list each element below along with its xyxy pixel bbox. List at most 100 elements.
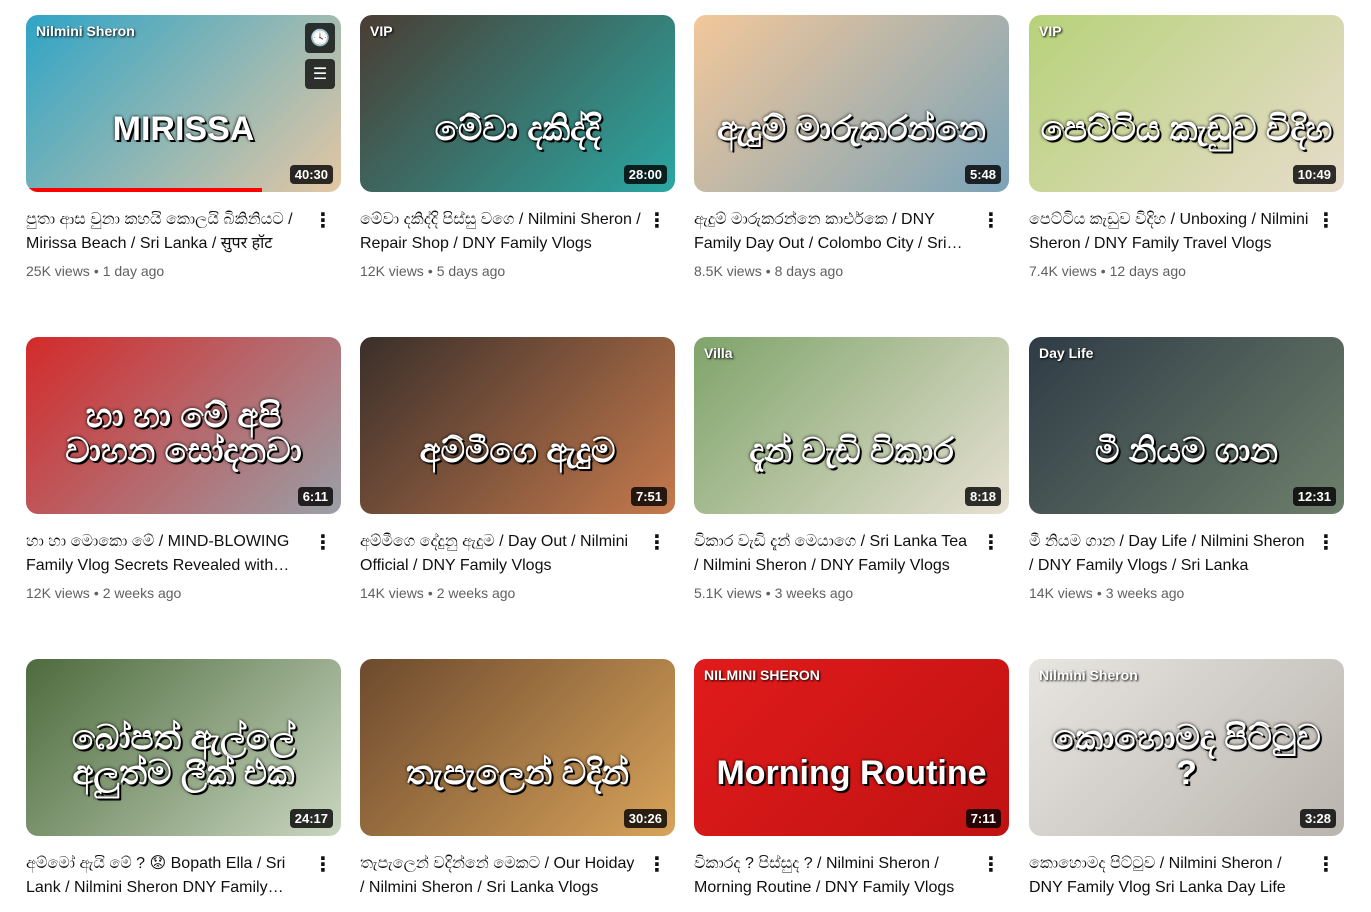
duration-badge: 40:30 [289,165,333,184]
video-stats: 12K views • 2 weeks ago [26,583,307,603]
video-title[interactable]: විකාරද ? පිස්සුද ? / Nilmini Sheron / Mo… [694,852,975,900]
add-to-queue-icon[interactable]: ☰ [305,59,335,89]
video-card[interactable]: NILMINI SHERON Morning Routine 7:11 විකාරද … [694,659,1009,900]
more-vert-icon[interactable]: ⋮ [1314,530,1338,554]
video-thumbnail[interactable]: අම්මීගෙ ඇදුම 7:51 [360,337,675,514]
video-title[interactable]: මේවා දකිද්දි පිස්සු වගෙ / Nilmini Sheron… [360,208,641,256]
video-title[interactable]: පෙට්ටිය කැඩුව විදිහ / Unboxing / Nilmini… [1029,208,1310,256]
thumbnail-text: මේවා දකිද්දි [434,110,601,149]
video-stats: 14K views • 3 weeks ago [1029,583,1310,603]
video-thumbnail[interactable]: VIP මේවා දකිද්දි 28:00 [360,15,675,192]
view-count: 25K views [26,263,90,279]
thumbnail-text: අම්මීගෙ ඇදුම [419,432,616,471]
more-vert-icon[interactable]: ⋮ [979,530,1003,554]
upload-age: 8 days ago [774,263,844,279]
thumbnail-text: බෝපත් ඇල්ලේ අලුත්ම ලීක් එක [71,718,296,793]
more-vert-icon[interactable]: ⋮ [311,208,335,232]
video-details: ඇදුම් මාරුකරන්නෙ කාර්එකෙ / DNY Family Da… [694,192,1009,281]
more-vert-icon[interactable]: ⋮ [311,530,335,554]
thumbnail-image [360,337,675,514]
video-title[interactable]: විකාර වැඩි දැන් මෙයාගෙ / Sri Lanka Tea /… [694,530,975,578]
video-title[interactable]: අම්මීගෙ දේදුනු ඇදුම / Day Out / Nilmini … [360,530,641,578]
separator-dot: • [765,263,771,279]
more-vert-icon[interactable]: ⋮ [645,530,669,554]
video-title[interactable]: තැපැලෙන් වදින්නේ මෙකට / Our Hoiday / Nil… [360,852,641,900]
duration-badge: 28:00 [623,165,667,184]
video-card[interactable]: Nilmini Sheron MIRISSA 🕓 ☰ 40:30 පුතා ආස වුනා… [26,15,341,281]
duration-badge: 8:18 [964,487,1001,506]
video-title[interactable]: පුතා ආස වුනා කහයි කොලයි බිකිනියට / Miris… [26,208,307,256]
video-title[interactable]: කොහොමද පිට්ටුව / Nilmini Sheron / DNY Fa… [1029,852,1310,900]
video-thumbnail[interactable]: Villa දැන් වැඩි විකාර 8:18 [694,337,1009,514]
duration-badge: 12:31 [1292,487,1336,506]
video-card[interactable]: තැපැලෙන් වදින් 30:26 තැපැලෙන් වදින්නේ මෙකට… [360,659,675,900]
thumbnail-image [694,15,1009,192]
thumbnail-text: ඇදුම් මාරුකරන්නෙ [716,110,987,149]
duration-badge: 24:17 [289,809,333,828]
view-count: 14K views [360,585,424,601]
thumbnail-image [694,337,1009,514]
video-details: අම්මීගෙ දේදුනු ඇදුම / Day Out / Nilmini … [360,514,675,603]
duration-badge: 5:48 [964,165,1001,184]
thumbnail-text: හා හා මේ අපි වාහන සෝදනවා [65,396,302,471]
more-vert-icon[interactable]: ⋮ [645,208,669,232]
video-title[interactable]: මී නියම ගාන / Day Life / Nilmini Sheron … [1029,530,1310,578]
view-count: 7.4K views [1029,263,1097,279]
video-stats: 7.4K views • 12 days ago [1029,261,1310,281]
duration-badge: 3:28 [1299,809,1336,828]
more-vert-icon[interactable]: ⋮ [645,852,669,876]
video-stats: 5.1K views • 3 weeks ago [694,583,975,603]
video-card[interactable]: ඇදුම් මාරුකරන්නෙ 5:48 ඇදුම් මාරුකරන්නෙ කාර… [694,15,1009,281]
upload-age: 1 day ago [102,263,165,279]
thumbnail-text: දැන් වැඩි විකාර [749,432,954,471]
video-title[interactable]: අම්මෝ ඇයි මේ ? 😟 Bopath Ella / Sri Lank … [26,852,307,900]
video-details: විකාර වැඩි දැන් මෙයාගෙ / Sri Lanka Tea /… [694,514,1009,603]
more-vert-icon[interactable]: ⋮ [311,852,335,876]
more-vert-icon[interactable]: ⋮ [1314,208,1338,232]
video-card[interactable]: හා හා මේ අපි වාහන සෝදනවා 6:11 හා හා මොකො ම… [26,337,341,603]
more-vert-icon[interactable]: ⋮ [1314,852,1338,876]
video-card[interactable]: Villa දැන් වැඩි විකාර 8:18 විකාර වැඩි දැන් … [694,337,1009,603]
thumbnail-image [694,659,1009,836]
upload-age: 2 weeks ago [102,585,182,601]
separator-dot: • [427,263,433,279]
video-details: හා හා මොකො මේ / MIND-BLOWING Family Vlog… [26,514,341,603]
clock-icon[interactable]: 🕓 [305,23,335,53]
separator-dot: • [765,585,771,601]
separator-dot: • [93,585,99,601]
video-title[interactable]: හා හා මොකො මේ / MIND-BLOWING Family Vlog… [26,530,307,578]
view-count: 14K views [1029,585,1093,601]
video-thumbnail[interactable]: VIP පෙට්ටිය කැඩුව විදිහ 10:49 [1029,15,1344,192]
duration-badge: 30:26 [623,809,667,828]
view-count: 5.1K views [694,585,762,601]
video-thumbnail[interactable]: Nilmini Sheron කොහොමද පිට්ටුව ? 3:28 [1029,659,1344,836]
video-thumbnail[interactable]: NILMINI SHERON Morning Routine 7:11 [694,659,1009,836]
more-vert-icon[interactable]: ⋮ [979,208,1003,232]
video-thumbnail[interactable]: හා හා මේ අපි වාහන සෝදනවා 6:11 [26,337,341,514]
separator-dot: • [427,585,433,601]
video-card[interactable]: Nilmini Sheron කොහොමද පිට්ටුව ? 3:28 කොහොමද… [1029,659,1344,900]
upload-age: 5 days ago [436,263,506,279]
video-thumbnail[interactable]: තැපැලෙන් වදින් 30:26 [360,659,675,836]
video-card[interactable]: VIP පෙට්ටිය කැඩුව විදිහ 10:49 පෙට්ටිය කැඩුව… [1029,15,1344,281]
video-card[interactable]: බෝපත් ඇල්ලේ අලුත්ම ලීක් එක 24:17 අම්මෝ ඇයි… [26,659,341,900]
more-vert-icon[interactable]: ⋮ [979,852,1003,876]
video-details: විකාරද ? පිස්සුද ? / Nilmini Sheron / Mo… [694,836,1009,900]
video-stats: 14K views • 2 weeks ago [360,583,641,603]
video-details: තැපැලෙන් වදින්නේ මෙකට / Our Hoiday / Nil… [360,836,675,900]
video-thumbnail[interactable]: Nilmini Sheron MIRISSA 🕓 ☰ 40:30 [26,15,341,192]
video-card[interactable]: VIP මේවා දකිද්දි 28:00 මේවා දකිද්දි පිස්සු … [360,15,675,281]
view-count: 12K views [26,585,90,601]
duration-badge: 7:11 [965,809,1001,828]
thumbnail-text: තැපැලෙන් වදින් [406,754,629,793]
thumbnail-text: Morning Routine [716,754,987,793]
video-card[interactable]: අම්මීගෙ ඇදුම 7:51 අම්මීගෙ දේදුනු ඇදුම / Da… [360,337,675,603]
video-title[interactable]: ඇදුම් මාරුකරන්නෙ කාර්එකෙ / DNY Family Da… [694,208,975,256]
video-thumbnail[interactable]: Day Life මී නියම ගාන 12:31 [1029,337,1344,514]
video-card[interactable]: Day Life මී නියම ගාන 12:31 මී නියම ගාන / Da… [1029,337,1344,603]
video-stats: 25K views • 1 day ago [26,261,307,281]
video-thumbnail[interactable]: බෝපත් ඇල්ලේ අලුත්ම ලීක් එක 24:17 [26,659,341,836]
thumbnail-caption: Nilmini Sheron [1039,667,1138,683]
video-thumbnail[interactable]: ඇදුම් මාරුකරන්නෙ 5:48 [694,15,1009,192]
upload-age: 3 weeks ago [774,585,854,601]
